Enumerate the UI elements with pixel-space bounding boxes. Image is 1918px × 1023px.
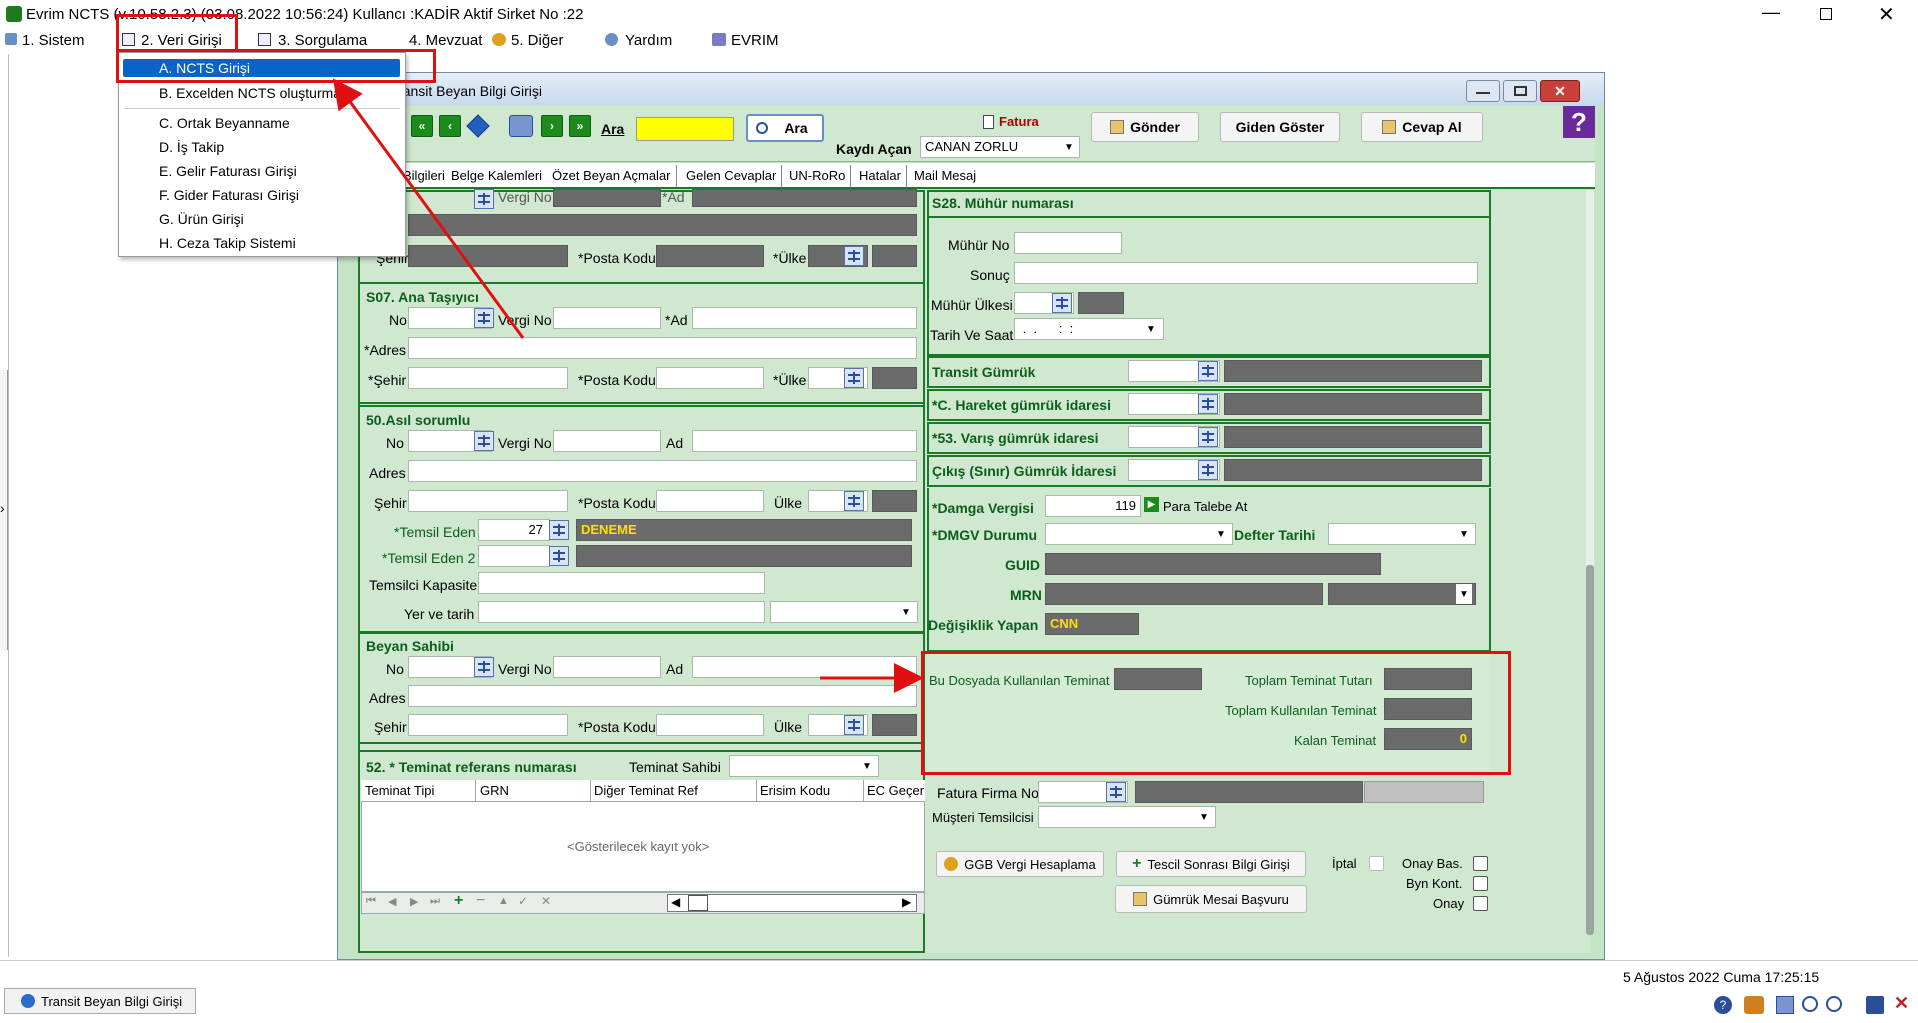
status-close-icon[interactable]: ✕ [1894, 993, 1909, 1014]
taskbar-app-icon [21, 994, 35, 1008]
status-help-icon[interactable]: ? [1714, 996, 1732, 1014]
status-save-icon[interactable] [1866, 996, 1884, 1014]
status-print-icon[interactable] [1776, 996, 1794, 1014]
status-zoom-icon[interactable] [1826, 996, 1842, 1012]
taskbar-button[interactable]: Transit Beyan Bilgi Girişi [4, 988, 196, 1014]
taskbar-label: Transit Beyan Bilgi Girişi [41, 993, 183, 1009]
status-search-icon[interactable] [1802, 996, 1818, 1012]
status-date: 5 Ağustos 2022 Cuma 17:25:15 [1623, 969, 1820, 985]
status-users-icon[interactable] [1744, 996, 1764, 1014]
annotation-arrows [332, 78, 924, 693]
arrow-to-menu [332, 78, 525, 339]
